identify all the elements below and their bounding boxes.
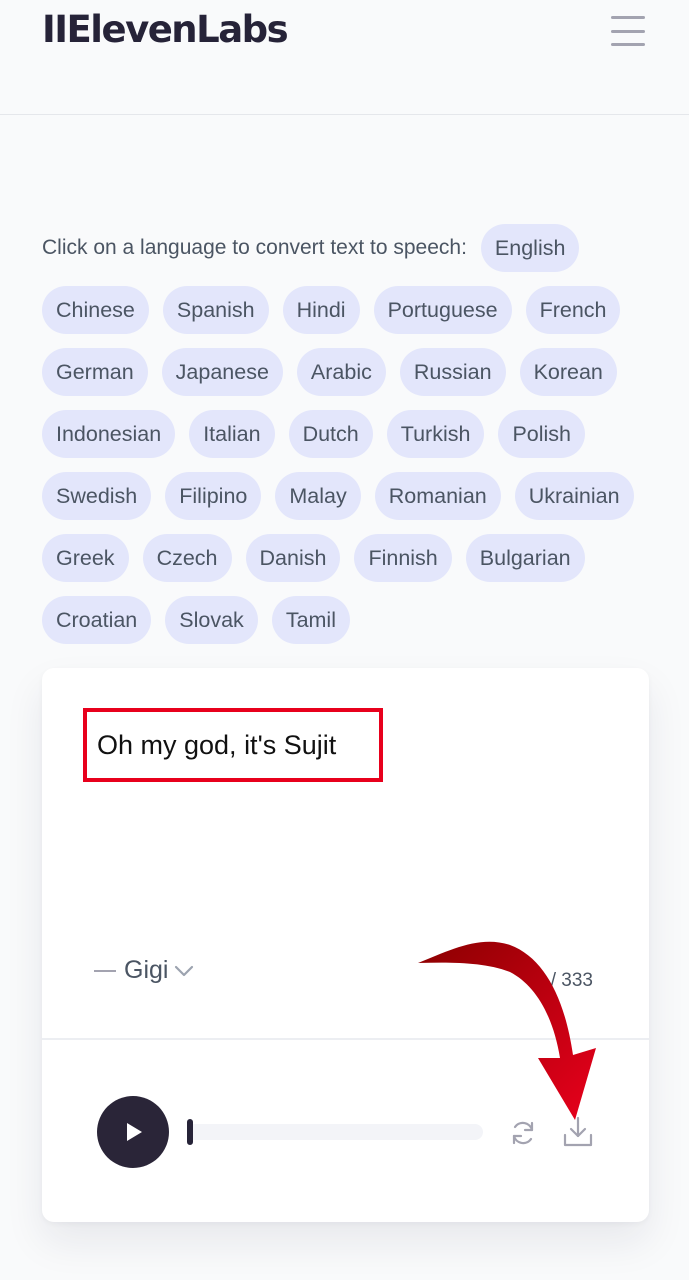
language-chip-chinese[interactable]: Chinese	[42, 286, 149, 334]
header: IIElevenLabs	[0, 0, 689, 115]
language-chip-italian[interactable]: Italian	[189, 410, 275, 458]
menu-line	[611, 29, 645, 33]
voice-selector[interactable]: Gigi	[94, 956, 194, 985]
language-chip-japanese[interactable]: Japanese	[161, 348, 283, 396]
audio-progress-handle[interactable]	[187, 1119, 193, 1145]
text-input-value: Oh my god, it's Sujit	[97, 729, 337, 760]
language-chip-hindi[interactable]: Hindi	[282, 286, 360, 334]
voice-name: Gigi	[124, 956, 169, 984]
language-chip-indonesian[interactable]: Indonesian	[42, 410, 176, 458]
language-chip-portuguese[interactable]: Portuguese	[373, 286, 512, 334]
language-prompt: Click on a language to convert text to s…	[42, 236, 467, 259]
language-list: Click on a language to convert text to s…	[42, 224, 652, 644]
language-chip-danish[interactable]: Danish	[245, 534, 341, 582]
language-chip-korean[interactable]: Korean	[519, 348, 617, 396]
language-chip-czech[interactable]: Czech	[142, 534, 232, 582]
text-input[interactable]: Oh my god, it's Sujit	[83, 708, 383, 782]
language-chip-french[interactable]: French	[525, 286, 621, 334]
menu-line	[611, 43, 645, 46]
language-chip-turkish[interactable]: Turkish	[386, 410, 485, 458]
language-chip-english[interactable]: English	[480, 224, 580, 272]
language-chip-tamil[interactable]: Tamil	[271, 596, 350, 644]
language-chip-finnish[interactable]: Finnish	[354, 534, 452, 582]
voice-dash	[94, 969, 116, 972]
play-icon	[127, 1123, 142, 1141]
language-chip-slovak[interactable]: Slovak	[165, 596, 258, 644]
language-chip-bulgarian[interactable]: Bulgarian	[465, 534, 585, 582]
annotation-arrow	[418, 941, 596, 1120]
language-chip-greek[interactable]: Greek	[42, 534, 129, 582]
language-chip-malay[interactable]: Malay	[275, 472, 361, 520]
hamburger-menu-icon[interactable]	[610, 14, 646, 48]
language-chip-russian[interactable]: Russian	[399, 348, 506, 396]
language-chip-romanian[interactable]: Romanian	[374, 472, 501, 520]
chevron-down-icon	[175, 965, 194, 976]
language-chip-ukrainian[interactable]: Ukrainian	[514, 472, 634, 520]
language-chip-arabic[interactable]: Arabic	[296, 348, 386, 396]
language-chip-dutch[interactable]: Dutch	[288, 410, 373, 458]
language-chip-croatian[interactable]: Croatian	[42, 596, 152, 644]
language-chip-polish[interactable]: Polish	[498, 410, 585, 458]
play-button[interactable]	[97, 1096, 169, 1168]
menu-line	[611, 16, 645, 19]
language-chip-spanish[interactable]: Spanish	[162, 286, 269, 334]
language-chip-german[interactable]: German	[42, 348, 148, 396]
language-chip-filipino[interactable]: Filipino	[165, 472, 262, 520]
page: IIElevenLabs Click on a language to conv…	[0, 0, 689, 1280]
language-chip-swedish[interactable]: Swedish	[42, 472, 152, 520]
logo[interactable]: IIElevenLabs	[42, 8, 289, 51]
